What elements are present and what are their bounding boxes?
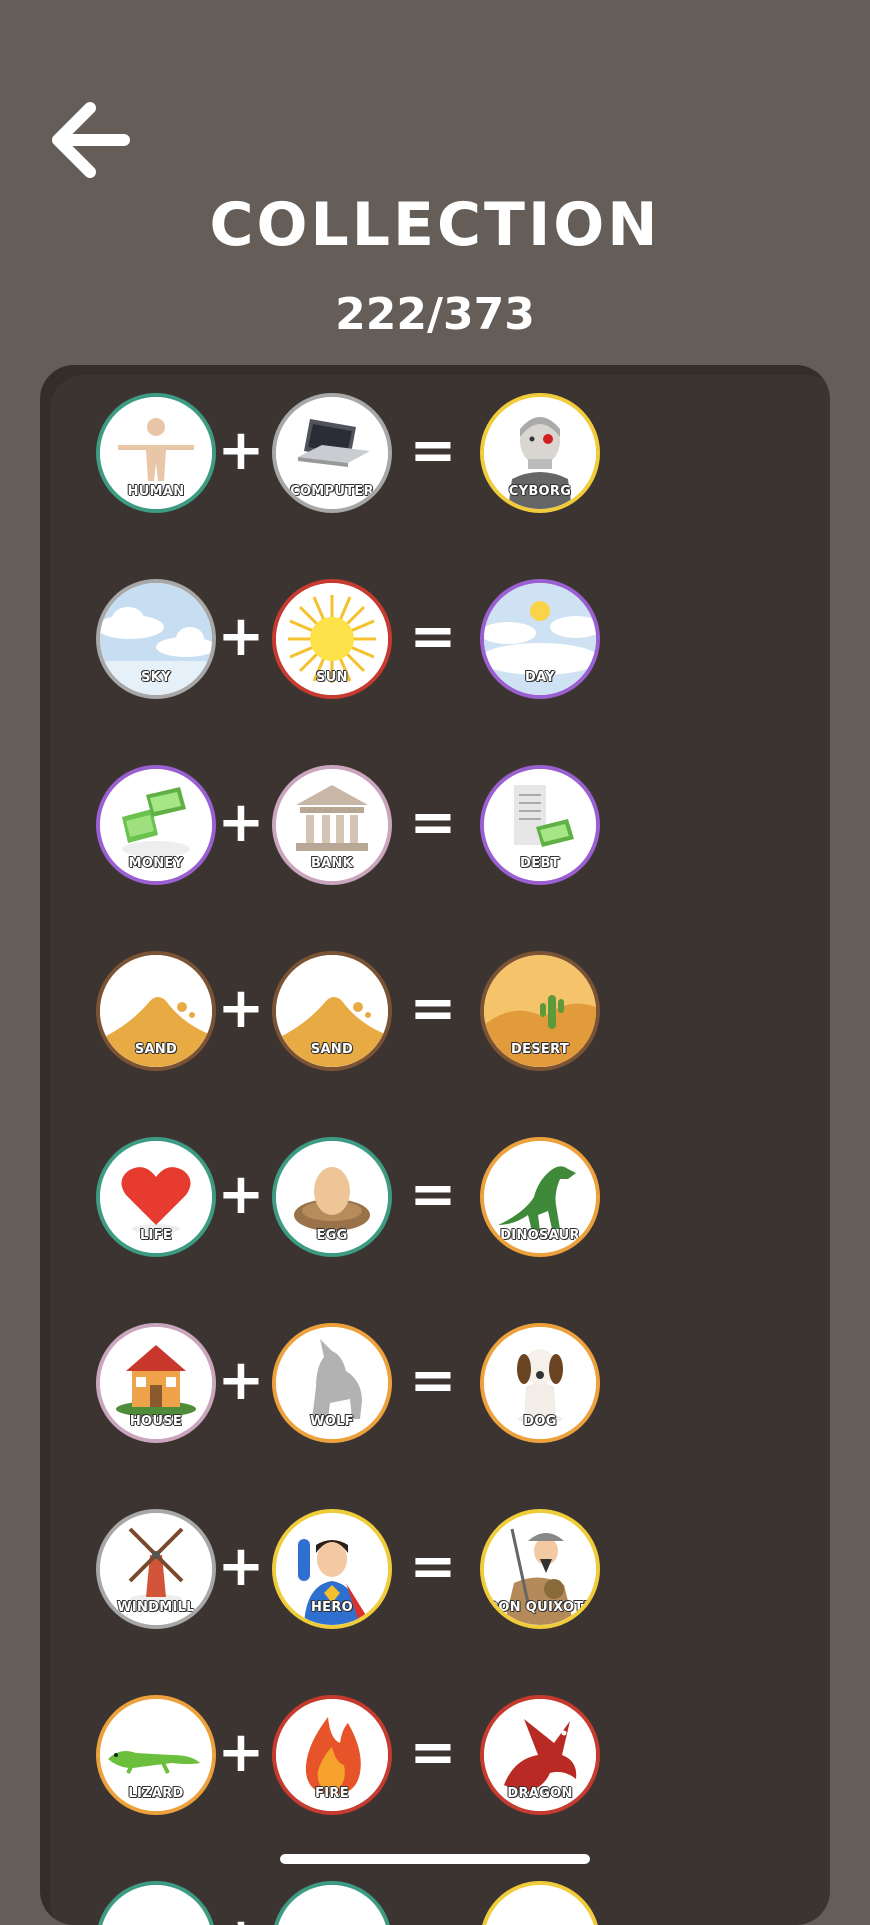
ingredient-b[interactable]: BANK	[272, 765, 392, 885]
ingredient-a[interactable]: SAND	[96, 951, 216, 1071]
collection-count: 222/373	[335, 289, 535, 340]
result-item[interactable]	[480, 1881, 600, 1925]
ingredient-a-label: WINDMILL	[117, 1600, 195, 1615]
result-item-label: DOG	[523, 1414, 557, 1429]
recipe-row: WINDMILL + HERO = DON QUIXOTE	[40, 1509, 830, 1629]
result-item[interactable]: DAY	[480, 579, 600, 699]
ingredient-b-label: EGG	[316, 1228, 348, 1243]
equals-sign: =	[409, 1720, 457, 1785]
recipe-row: LIZARD + FIRE = DRAGON	[40, 1695, 830, 1815]
ingredient-a-label: SKY	[141, 670, 171, 685]
ingredient-b-label: BANK	[310, 856, 354, 871]
ingredient-a-label: LIFE	[139, 1228, 173, 1243]
recipe-row: SKY + SUN = DAY	[40, 579, 830, 699]
recipe-row: HUMAN + COMPUTER = CYBORG	[40, 393, 830, 513]
back-arrow-icon	[52, 102, 130, 178]
result-item-label: DON QUIXOTE	[487, 1600, 593, 1615]
ingredient-b[interactable]: WOLF	[272, 1323, 392, 1443]
ingredient-b[interactable]: SAND	[272, 951, 392, 1071]
ingredient-a-label: MONEY	[128, 856, 184, 871]
recipe-row: LIFE + EGG = DINOSAUR	[40, 1137, 830, 1257]
equals-sign: =	[409, 418, 457, 483]
ingredient-b-label: SUN	[316, 670, 348, 685]
ingredient-a-label: HOUSE	[129, 1414, 183, 1429]
ingredient-b-label: HERO	[310, 1600, 354, 1615]
plus-sign: +	[217, 1162, 265, 1227]
recipe-row: SAND + SAND = DESERT	[40, 951, 830, 1071]
ingredient-a-label: LIZARD	[128, 1786, 184, 1801]
page-title: COLLECTION	[209, 190, 661, 260]
result-item[interactable]: DON QUIXOTE	[480, 1509, 600, 1629]
plus-sign: +	[217, 976, 265, 1041]
equals-sign: =	[409, 604, 457, 669]
ingredient-b[interactable]: HERO	[272, 1509, 392, 1629]
equals-sign: =	[409, 1348, 457, 1413]
plus-sign: +	[217, 1348, 265, 1413]
ingredient-a[interactable]: HOUSE	[96, 1323, 216, 1443]
ingredient-b-label: SAND	[310, 1042, 354, 1057]
ingredient-a[interactable]: SKY	[96, 579, 216, 699]
result-item-label: DEBT	[520, 856, 560, 871]
result-item-label: DINOSAUR	[500, 1228, 580, 1243]
ingredient-b[interactable]: EGG	[272, 1137, 392, 1257]
ingredient-a-label: SAND	[134, 1042, 178, 1057]
equals-sign: =	[409, 790, 457, 855]
recipe-list[interactable]: HUMAN + COMPUTER = CYBORG SKY + SUN = DAY MONEY + BA…	[40, 365, 830, 1925]
plus-sign: +	[217, 790, 265, 855]
back-button[interactable]	[50, 102, 130, 178]
ingredient-a[interactable]: LIZARD	[96, 1695, 216, 1815]
ingredient-b-label: COMPUTER	[290, 484, 374, 499]
recipe-row: MONEY + BANK = DEBT	[40, 765, 830, 885]
ingredient-a[interactable]: HUMAN	[96, 393, 216, 513]
plus-sign: +	[217, 604, 265, 669]
ingredient-a[interactable]: MONEY	[96, 765, 216, 885]
result-item[interactable]: CYBORG	[480, 393, 600, 513]
home-indicator	[280, 1854, 590, 1864]
equals-sign: =	[409, 1534, 457, 1599]
result-item[interactable]: DRAGON	[480, 1695, 600, 1815]
ingredient-b[interactable]: SUN	[272, 579, 392, 699]
ingredient-b-label: WOLF	[310, 1414, 354, 1429]
ingredient-a[interactable]: WINDMILL	[96, 1509, 216, 1629]
ingredient-a-label: HUMAN	[127, 484, 185, 499]
result-item[interactable]: DINOSAUR	[480, 1137, 600, 1257]
equals-sign: =	[409, 976, 457, 1041]
ingredient-b[interactable]: COMPUTER	[272, 393, 392, 513]
ingredient-b-label: FIRE	[315, 1786, 349, 1801]
result-item-label: DRAGON	[507, 1786, 573, 1801]
result-item[interactable]: DESERT	[480, 951, 600, 1071]
plus-sign: +	[217, 1534, 265, 1599]
recipe-row: HOUSE + WOLF = DOG	[40, 1323, 830, 1443]
plus-sign: +	[217, 418, 265, 483]
ingredient-a[interactable]	[96, 1881, 216, 1925]
result-item-label: DESERT	[510, 1042, 569, 1057]
plus-sign: +	[217, 1720, 265, 1785]
result-item-label: CYBORG	[508, 484, 572, 499]
ingredient-b[interactable]: FIRE	[272, 1695, 392, 1815]
result-item[interactable]: DOG	[480, 1323, 600, 1443]
plus-sign: +	[216, 1909, 266, 1925]
equals-sign: =	[408, 1909, 458, 1925]
ingredient-a[interactable]: LIFE	[96, 1137, 216, 1257]
result-item-label: DAY	[525, 670, 555, 685]
equals-sign: =	[409, 1162, 457, 1227]
recipe-row: +=	[40, 1881, 830, 1925]
ingredient-b[interactable]	[272, 1881, 392, 1925]
result-item[interactable]: DEBT	[480, 765, 600, 885]
